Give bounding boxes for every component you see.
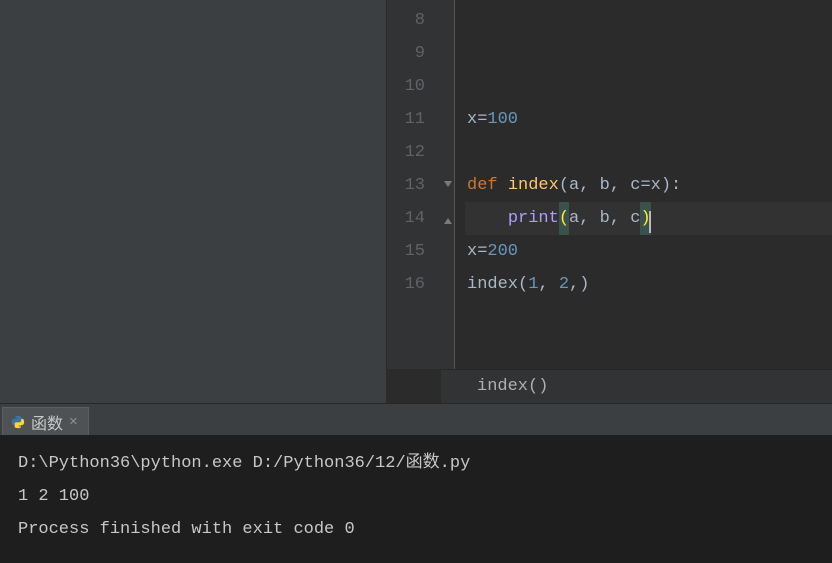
token: x [651, 169, 661, 202]
fold-gutter[interactable] [441, 0, 454, 369]
editor-wrap: 8910111213141516 x=100def index(a, b, c=… [387, 0, 832, 403]
fold-spacer [441, 136, 454, 169]
line-number: 16 [387, 268, 425, 301]
line-number: 14 [387, 202, 425, 235]
token: , [610, 202, 630, 235]
code-line[interactable]: print(a, b, c) [465, 202, 832, 235]
fold-toggle-icon[interactable] [441, 202, 454, 235]
fold-spacer [441, 235, 454, 268]
project-sidebar[interactable] [0, 0, 387, 403]
run-console[interactable]: D:\Python36\python.exe D:/Python36/12/函数… [0, 435, 832, 563]
token: index [508, 169, 559, 202]
token: def [467, 169, 508, 202]
token: x [467, 235, 477, 268]
run-tool-tabbar: 函数 × [0, 403, 832, 435]
token: ,) [569, 268, 589, 301]
token: print [508, 202, 559, 235]
token: b [600, 169, 610, 202]
token [467, 202, 508, 235]
breadcrumb-label: index() [477, 377, 548, 396]
fold-spacer [441, 103, 454, 136]
line-number: 15 [387, 235, 425, 268]
token: c [630, 169, 640, 202]
run-tab-label: 函数 [31, 410, 63, 434]
line-number: 8 [387, 4, 425, 37]
token: index( [467, 268, 528, 301]
token: = [477, 103, 487, 136]
fold-spacer [441, 37, 454, 70]
code-editor[interactable]: x=100def index(a, b, c=x): print(a, b, c… [465, 0, 832, 369]
python-icon [11, 415, 25, 429]
code-line[interactable] [465, 37, 832, 70]
close-icon[interactable]: × [69, 414, 78, 429]
code-line[interactable]: def index(a, b, c=x): [465, 169, 832, 202]
cursor [649, 211, 651, 233]
line-number-gutter[interactable]: 8910111213141516 [387, 0, 441, 369]
token: 2 [559, 268, 569, 301]
console-line: D:\Python36\python.exe D:/Python36/12/函数… [18, 447, 814, 480]
token: a [569, 202, 579, 235]
line-number: 13 [387, 169, 425, 202]
fold-spacer [441, 4, 454, 37]
fold-toggle-icon[interactable] [441, 169, 454, 202]
code-line[interactable] [465, 136, 832, 169]
console-line: 1 2 100 [18, 480, 814, 513]
line-number: 9 [387, 37, 425, 70]
code-line[interactable] [465, 4, 832, 37]
code-line[interactable]: x=200 [465, 235, 832, 268]
breadcrumb[interactable]: index() [441, 369, 832, 403]
token: x [467, 103, 477, 136]
fold-spacer [441, 70, 454, 103]
console-line: Process finished with exit code 0 [18, 513, 814, 546]
token: , [579, 202, 599, 235]
run-tab[interactable]: 函数 × [2, 407, 89, 435]
code-line[interactable]: x=100 [465, 103, 832, 136]
token: a [569, 169, 579, 202]
token: c [630, 202, 640, 235]
line-number: 10 [387, 70, 425, 103]
token: 200 [487, 235, 518, 268]
token: 1 [528, 268, 538, 301]
code-line[interactable] [465, 70, 832, 103]
token: ( [559, 202, 569, 235]
code-line[interactable]: index(1, 2,) [465, 268, 832, 301]
token: , [610, 169, 630, 202]
token: b [600, 202, 610, 235]
token: , [538, 268, 558, 301]
line-number: 12 [387, 136, 425, 169]
editor-margin-line [454, 0, 465, 369]
token: 100 [487, 103, 518, 136]
fold-spacer [441, 268, 454, 301]
token: ( [559, 169, 569, 202]
code-area: 8910111213141516 x=100def index(a, b, c=… [387, 0, 832, 369]
token: , [579, 169, 599, 202]
token: = [477, 235, 487, 268]
line-number: 11 [387, 103, 425, 136]
token: = [640, 169, 650, 202]
token: ): [661, 169, 681, 202]
